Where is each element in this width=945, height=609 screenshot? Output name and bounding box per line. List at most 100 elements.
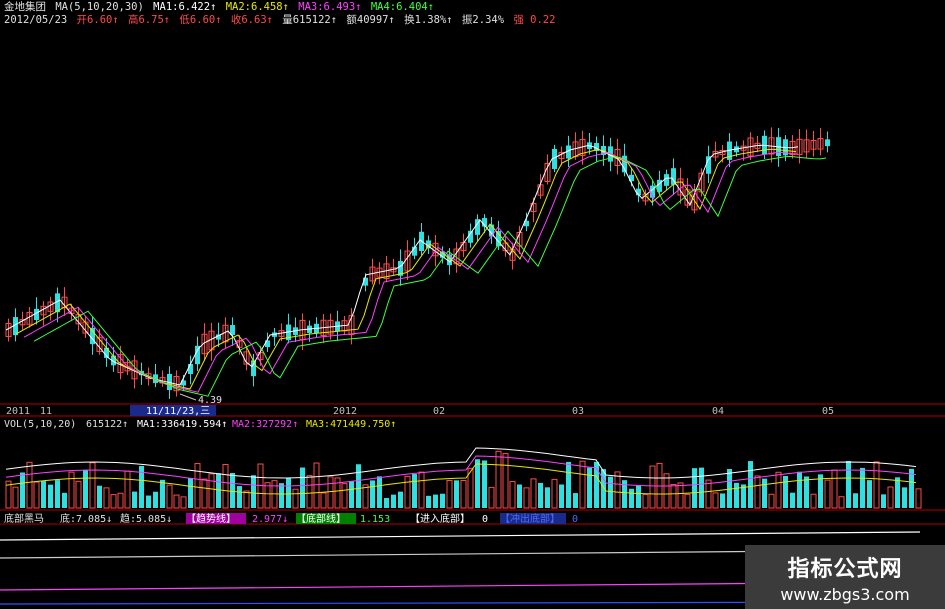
vol-label: VOL(5,10,20) [4, 419, 76, 430]
volume-bar-down [734, 482, 739, 508]
chart-canvas[interactable]: 2011 11 11/11/23,三 2012 02 03 04 05 4.39… [0, 0, 945, 609]
volume-bar-up [201, 478, 208, 509]
volume-bar-down [692, 468, 697, 508]
low-annotation-label: 4.39 [198, 395, 222, 406]
volume-bar-up [642, 493, 649, 509]
volume-bar-down [426, 495, 431, 508]
volume-bar-down [853, 493, 858, 508]
volume-bar-down [349, 481, 354, 508]
volume-bar-down [55, 480, 60, 508]
indicator-name: 底部黑马 [4, 512, 44, 525]
volume-bar-up [341, 483, 348, 509]
volume-bar-down [895, 477, 900, 508]
volume-bar-up [670, 484, 677, 509]
candle-body-down [825, 139, 830, 147]
volume-bar-down [237, 486, 242, 508]
volume-bar-down [699, 467, 704, 508]
volume-bar-down [384, 497, 389, 508]
volume-bar-up [313, 462, 320, 509]
volume-bar-down [188, 477, 193, 508]
volume-bar-up [166, 484, 173, 509]
volume-bar-up [320, 492, 327, 509]
volume-bar-down [867, 480, 872, 508]
volume-bar-down [608, 476, 613, 508]
watermark-url: www.zbgs3.com [780, 585, 910, 604]
volume-bar-up [663, 473, 670, 509]
candle-body-down [664, 174, 669, 186]
indicator-di-line [0, 531, 921, 541]
volume-bar-up [243, 490, 250, 509]
volume-bar-up [915, 488, 922, 509]
watermark-box: 指标公式网 www.zbgs3.com [745, 545, 945, 609]
volume-bar-up [460, 480, 467, 509]
volume-bar-down [846, 460, 851, 508]
breakout-value: 0 [572, 514, 578, 525]
volume-bar-down [545, 487, 550, 508]
volume-bar-down [573, 493, 578, 508]
volume-bar-up [362, 484, 369, 509]
volume-bar-up [705, 479, 712, 509]
volume-bar-down [804, 476, 809, 508]
volume-bar-up [873, 461, 880, 509]
volume-bar-down [559, 484, 564, 508]
volume-bar-up [103, 487, 110, 509]
volume-bar-up [404, 475, 411, 509]
volume-bar-up [418, 471, 425, 509]
volume-bar-up [684, 493, 691, 509]
volume-bar-up [208, 473, 215, 509]
volume-bar-up [306, 475, 313, 509]
volume-panel[interactable] [5, 447, 922, 509]
volume-bar-down [881, 494, 886, 508]
volume-bar-down [391, 494, 396, 508]
indicator-di: 底:7.085↓ [60, 512, 112, 525]
x-label-2011: 2011 [6, 406, 30, 417]
x-label-05: 05 [822, 406, 834, 417]
volume-bar-down [440, 493, 445, 508]
volume-bar-down [482, 460, 487, 508]
volume-bar-up [264, 482, 271, 509]
stock-chart-window[interactable]: 金地集团 MA(5,10,20,30) MA1:6.422↑ MA2:6.458… [0, 0, 945, 609]
volume-bar-down [454, 480, 459, 508]
volume-bar-up [649, 465, 656, 509]
candle-body-down [251, 360, 256, 377]
volume-bar-down [783, 475, 788, 508]
volume-bar-up [180, 496, 187, 509]
volume-bar-down [601, 469, 606, 508]
volume-bar-up [26, 461, 33, 509]
ma4-line [33, 155, 827, 397]
enter-bottom-value: 0 [482, 514, 488, 525]
volume-bar-up [110, 494, 117, 509]
volume-bar-up [222, 463, 229, 509]
volume-header: VOL(5,10,20) 615122↑ MA1:336419.594↑ MA2… [4, 419, 396, 430]
volume-bar-down [41, 481, 46, 508]
volume-bar-up [810, 493, 817, 509]
volume-bar-down [48, 484, 53, 508]
volume-bar-down [377, 476, 382, 508]
volume-bar-up [530, 478, 537, 509]
price-panel[interactable] [5, 127, 830, 399]
volume-bar-down [587, 467, 592, 508]
volume-bar-down [398, 491, 403, 508]
volume-bar-down [748, 461, 753, 508]
low-annotation-line [179, 393, 197, 401]
volume-bar-down [62, 492, 67, 508]
watermark-title: 指标公式网 [787, 557, 903, 582]
volume-bar-down [20, 472, 25, 508]
trend-line-value: 2.977↓ [252, 514, 288, 525]
volume-bar-up [292, 488, 299, 509]
volume-bar-up [775, 471, 782, 509]
volume-bar-down [720, 493, 725, 508]
ma3-line [23, 151, 799, 393]
candle-body-down [188, 363, 193, 375]
cursor-date-label: 11/11/23,三 [146, 406, 210, 417]
volume-bar-up [677, 482, 684, 509]
volume-bar-up [831, 469, 838, 509]
volume-bar-down [230, 472, 235, 508]
volume-bar-up [579, 460, 586, 509]
volume-bar-up [75, 480, 82, 509]
volume-bar-down [629, 488, 634, 508]
vol-ma1: MA1:336419.594↑ [137, 419, 227, 430]
volume-bar-down [251, 475, 256, 508]
volume-bar-down [300, 467, 305, 508]
volume-bar-down [566, 461, 571, 508]
